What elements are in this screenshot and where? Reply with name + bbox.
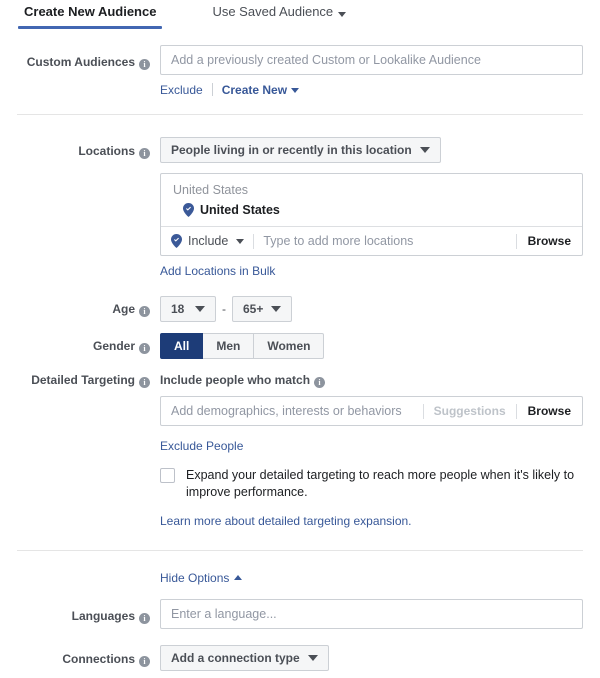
gender-segmented-control: All Men Women [160, 333, 325, 359]
custom-audiences-input[interactable]: Add a previously created Custom or Looka… [160, 45, 583, 75]
custom-audiences-label: Custom Audiences i [0, 45, 160, 70]
age-max-dropdown[interactable]: 65+ [232, 296, 293, 322]
age-min-value: 18 [171, 302, 185, 316]
info-icon[interactable]: i [139, 148, 150, 159]
info-icon[interactable]: i [139, 306, 150, 317]
custom-audiences-links: Exclude Create New [160, 83, 583, 97]
info-icon[interactable]: i [139, 377, 150, 388]
chevron-down-icon [338, 5, 347, 20]
section-divider [17, 550, 583, 551]
location-type-dropdown[interactable]: People living in or recently in this loc… [160, 137, 441, 163]
audience-tabs: Create New Audience Use Saved Audience [0, 0, 600, 32]
connections-label: Connections i [0, 645, 160, 667]
tab-create-new-audience[interactable]: Create New Audience [18, 0, 163, 29]
detailed-targeting-input[interactable]: Add demographics, interests or behaviors… [160, 396, 583, 426]
gender-option-men[interactable]: Men [203, 333, 255, 359]
detailed-targeting-row: Detailed Targeting i Include people who m… [0, 372, 600, 528]
detailed-targeting-label: Detailed Targeting i [0, 372, 160, 388]
expand-targeting-checkbox-row: Expand your detailed targeting to reach … [160, 467, 583, 501]
detailed-targeting-suggestions-button[interactable]: Suggestions [424, 404, 516, 418]
add-connection-type-dropdown[interactable]: Add a connection type [160, 645, 329, 671]
map-pin-icon [183, 203, 194, 217]
exclude-audience-link[interactable]: Exclude [160, 83, 203, 97]
location-chip-united-states[interactable]: United States [161, 199, 582, 226]
tab-use-saved-audience[interactable]: Use Saved Audience [206, 0, 352, 30]
gender-row: Gender i All Men Women [0, 333, 600, 359]
info-icon[interactable]: i [139, 343, 150, 354]
age-row: Age i 18 - 65+ [0, 296, 600, 322]
gender-option-women[interactable]: Women [254, 333, 325, 359]
include-people-who-match-header: Include people who match i [160, 372, 583, 388]
chevron-down-icon [236, 238, 245, 244]
include-exclude-dropdown[interactable]: Include [171, 234, 245, 248]
age-min-dropdown[interactable]: 18 [160, 296, 216, 322]
chevron-down-icon [271, 306, 282, 312]
tab-create-new-audience-label: Create New Audience [24, 4, 157, 19]
languages-row: Languages i Enter a language... [0, 599, 600, 629]
chevron-down-icon [307, 655, 318, 661]
tab-use-saved-audience-label: Use Saved Audience [212, 4, 334, 19]
detailed-targeting-placeholder: Add demographics, interests or behaviors [171, 404, 402, 418]
info-icon[interactable]: i [139, 613, 150, 624]
info-icon[interactable]: i [139, 59, 150, 70]
add-connection-type-label: Add a connection type [171, 651, 300, 665]
locations-search-input[interactable]: Type to add more locations [263, 234, 515, 248]
learn-more-targeting-expansion-link[interactable]: Learn more about detailed targeting expa… [160, 514, 412, 528]
locations-input-row: Include Type to add more locations Brows… [161, 226, 582, 255]
custom-audiences-placeholder: Add a previously created Custom or Looka… [171, 53, 481, 67]
chevron-down-icon[interactable] [291, 88, 300, 93]
location-type-value: People living in or recently in this loc… [171, 143, 412, 157]
age-label: Age i [0, 296, 160, 317]
divider [211, 83, 213, 96]
locations-search-placeholder: Type to add more locations [263, 234, 414, 248]
add-locations-in-bulk-link[interactable]: Add Locations in Bulk [160, 264, 275, 278]
gender-label: Gender i [0, 333, 160, 354]
connections-row: Connections i Add a connection type [0, 645, 600, 671]
expand-targeting-checkbox-label: Expand your detailed targeting to reach … [186, 468, 575, 499]
info-icon[interactable]: i [314, 377, 326, 388]
custom-audiences-row: Custom Audiences i Add a previously creat… [0, 45, 600, 97]
languages-label: Languages i [0, 599, 160, 624]
age-range-separator: - [222, 302, 226, 316]
chevron-down-icon [419, 147, 430, 153]
location-chip-label: United States [200, 203, 280, 217]
locations-row: Locations i People living in or recently … [0, 137, 600, 278]
locations-box: United States United States Include Type [160, 173, 583, 256]
create-new-audience-link[interactable]: Create New [222, 83, 287, 97]
chevron-down-icon [195, 306, 205, 312]
include-exclude-value: Include [188, 234, 229, 248]
languages-input[interactable]: Enter a language... [160, 599, 583, 629]
age-max-value: 65+ [243, 302, 264, 316]
options-toggle-row: Hide Options [0, 571, 600, 585]
section-divider [17, 114, 583, 115]
map-pin-icon [171, 234, 182, 248]
gender-option-all[interactable]: All [160, 333, 204, 359]
info-icon[interactable]: i [139, 656, 150, 667]
locations-group-header: United States [173, 183, 249, 197]
exclude-people-link[interactable]: Exclude People [160, 439, 243, 453]
locations-browse-button[interactable]: Browse [517, 234, 582, 248]
detailed-targeting-browse-button[interactable]: Browse [517, 404, 582, 418]
languages-placeholder: Enter a language... [171, 607, 277, 621]
divider [253, 233, 255, 249]
chevron-up-icon[interactable] [234, 575, 243, 580]
hide-options-toggle[interactable]: Hide Options [160, 571, 229, 585]
expand-targeting-checkbox[interactable] [160, 468, 175, 483]
locations-label: Locations i [0, 137, 160, 159]
